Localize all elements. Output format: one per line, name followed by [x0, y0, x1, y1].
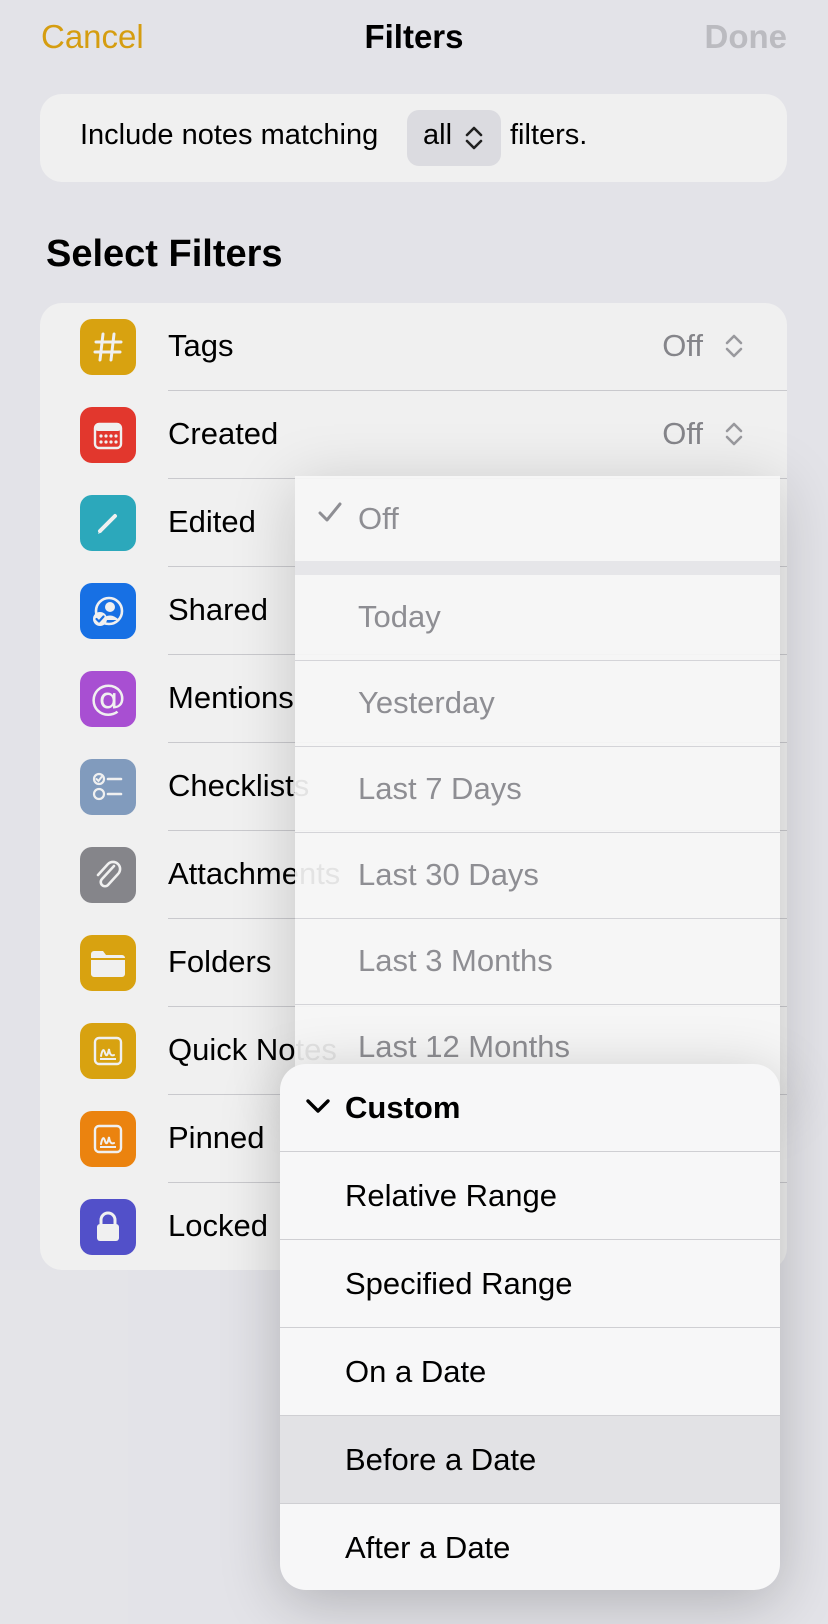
custom-date-submenu: Custom Relative Range Specified Range On… [280, 1064, 780, 1590]
menu-item-label: Last 12 Months [358, 1029, 570, 1064]
menu-item-label: Last 3 Months [358, 943, 553, 978]
menu-item-on-a-date[interactable]: On a Date [280, 1328, 780, 1416]
menu-item-yesterday[interactable]: Yesterday [295, 661, 780, 747]
menu-section-gap [295, 561, 780, 575]
menu-item-label: On a Date [345, 1354, 487, 1389]
menu-item-last-7-days[interactable]: Last 7 Days [295, 747, 780, 833]
menu-item-specified-range[interactable]: Specified Range [280, 1240, 780, 1328]
menu-item-relative-range[interactable]: Relative Range [280, 1152, 780, 1240]
menu-item-label: Last 7 Days [358, 771, 522, 806]
menu-item-after-a-date[interactable]: After a Date [280, 1504, 780, 1590]
custom-header-label: Custom [345, 1090, 461, 1125]
menu-item-label: Relative Range [345, 1178, 557, 1213]
menu-item-label: Last 30 Days [358, 857, 539, 892]
date-filter-menu: Off Today Yesterday Last 7 Days Last 30 … [295, 476, 780, 1096]
menu-item-last-3-months[interactable]: Last 3 Months [295, 919, 780, 1005]
menu-item-label: Specified Range [345, 1266, 573, 1301]
menu-item-label: Today [358, 599, 441, 634]
menu-item-today[interactable]: Today [295, 575, 780, 661]
menu-item-before-a-date[interactable]: Before a Date [280, 1416, 780, 1504]
chevron-down-icon [304, 1096, 332, 1121]
menu-item-label: Off [358, 501, 399, 536]
menu-item-last-30-days[interactable]: Last 30 Days [295, 833, 780, 919]
menu-item-label: Yesterday [358, 685, 495, 720]
menu-item-label: After a Date [345, 1530, 511, 1565]
menu-item-label: Before a Date [345, 1442, 537, 1477]
menu-item-off[interactable]: Off [295, 476, 780, 562]
custom-submenu-header[interactable]: Custom [280, 1064, 780, 1152]
checkmark-icon [315, 498, 345, 533]
